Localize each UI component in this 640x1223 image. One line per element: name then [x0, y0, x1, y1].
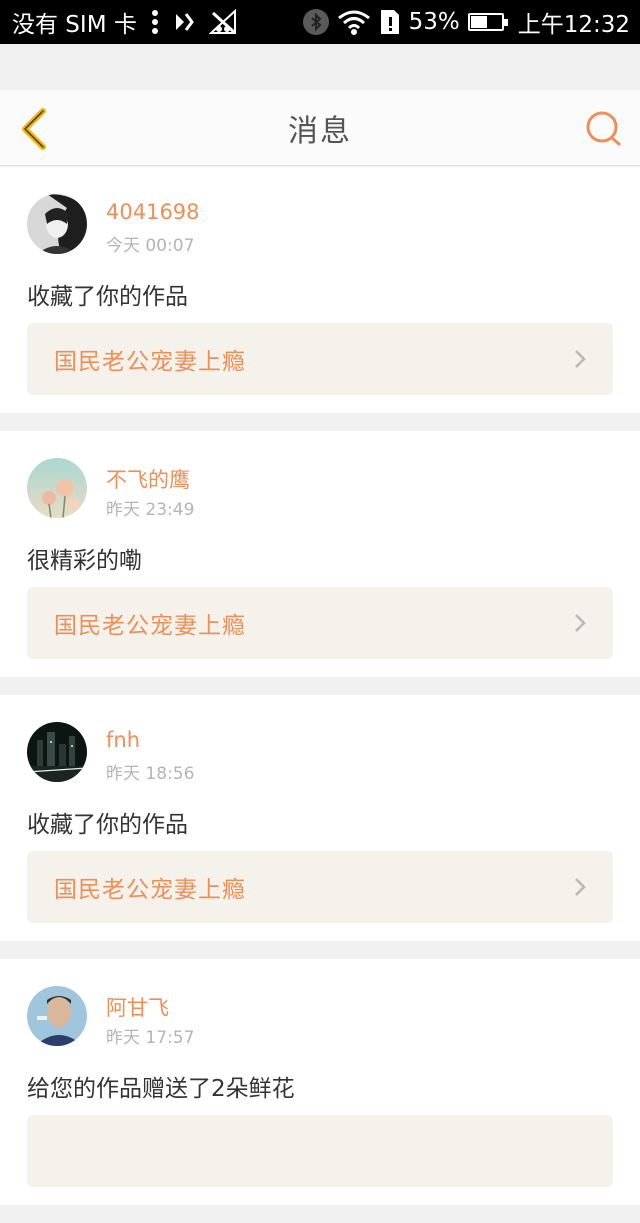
- bluetooth-icon: [302, 9, 329, 35]
- message-text: 收藏了你的作品: [27, 284, 188, 310]
- battery-icon: [467, 13, 508, 31]
- work-link[interactable]: [27, 1115, 613, 1187]
- battery-level: [470, 16, 487, 28]
- dark-portrait-avatar: [27, 194, 87, 254]
- search-icon: [586, 111, 621, 146]
- message-time: 昨天 18:56: [106, 764, 195, 784]
- back-button[interactable]: [14, 106, 54, 152]
- man-portrait-avatar: [27, 986, 87, 1046]
- username[interactable]: 阿甘飞: [106, 992, 169, 1022]
- sim-alert-icon: [379, 8, 401, 36]
- message-card[interactable]: 不飞的鹰 昨天 23:49 很精彩的嘞 国民老公宠妻上瘾: [0, 431, 640, 677]
- avatar[interactable]: [27, 986, 87, 1046]
- chevron-right-icon: [575, 614, 586, 632]
- message-text: 给您的作品赠送了2朵鲜花: [27, 1076, 295, 1102]
- chevron-right-icon: [575, 350, 586, 368]
- message-card[interactable]: 4041698 今天 00:07 收藏了你的作品 国民老公宠妻上瘾: [0, 167, 640, 413]
- work-title: 国民老公宠妻上瘾: [54, 877, 246, 903]
- menu-dots-icon: [151, 9, 159, 35]
- clock: 上午12:32: [517, 12, 630, 38]
- work-title: 国民老公宠妻上瘾: [54, 613, 246, 639]
- avatar[interactable]: [27, 194, 87, 254]
- search-button[interactable]: [580, 106, 626, 152]
- avatar[interactable]: [27, 458, 87, 518]
- page-title: 消息: [288, 113, 352, 149]
- chevron-right-icon: [575, 878, 586, 896]
- flower-avatar: [27, 458, 87, 518]
- carrier-text: 没有 SIM 卡: [12, 12, 137, 38]
- work-title: 国民老公宠妻上瘾: [54, 349, 246, 375]
- message-time: 昨天 17:57: [106, 1028, 195, 1048]
- username[interactable]: 4041698: [106, 200, 200, 224]
- work-link[interactable]: 国民老公宠妻上瘾: [27, 323, 613, 395]
- username[interactable]: 不飞的鹰: [106, 464, 190, 494]
- message-text: 很精彩的嘞: [27, 548, 142, 574]
- data-toggle-icon: [173, 11, 195, 33]
- message-card[interactable]: fnh 昨天 18:56 收藏了你的作品 国民老公宠妻上瘾: [0, 695, 640, 941]
- message-card[interactable]: 阿甘飞 昨天 17:57 给您的作品赠送了2朵鲜花: [0, 959, 640, 1205]
- message-list: 4041698 今天 00:07 收藏了你的作品 国民老公宠妻上瘾 不飞的鹰 昨…: [0, 167, 640, 1223]
- nav-header: 消息: [0, 90, 640, 166]
- no-signal-icon: [208, 9, 239, 35]
- chevron-left-icon: [22, 108, 46, 150]
- avatar[interactable]: [27, 722, 87, 782]
- message-time: 昨天 23:49: [106, 500, 195, 520]
- work-link[interactable]: 国民老公宠妻上瘾: [27, 851, 613, 923]
- work-link[interactable]: 国民老公宠妻上瘾: [27, 587, 613, 659]
- top-gap: [0, 44, 640, 90]
- message-time: 今天 00:07: [106, 236, 195, 256]
- city-night-avatar: [27, 722, 87, 782]
- username[interactable]: fnh: [106, 728, 140, 752]
- status-bar: 没有 SIM 卡 53% 上午12:32: [0, 0, 640, 44]
- battery-percent: 53%: [408, 9, 460, 35]
- message-text: 收藏了你的作品: [27, 812, 188, 838]
- wifi-icon: [337, 9, 371, 35]
